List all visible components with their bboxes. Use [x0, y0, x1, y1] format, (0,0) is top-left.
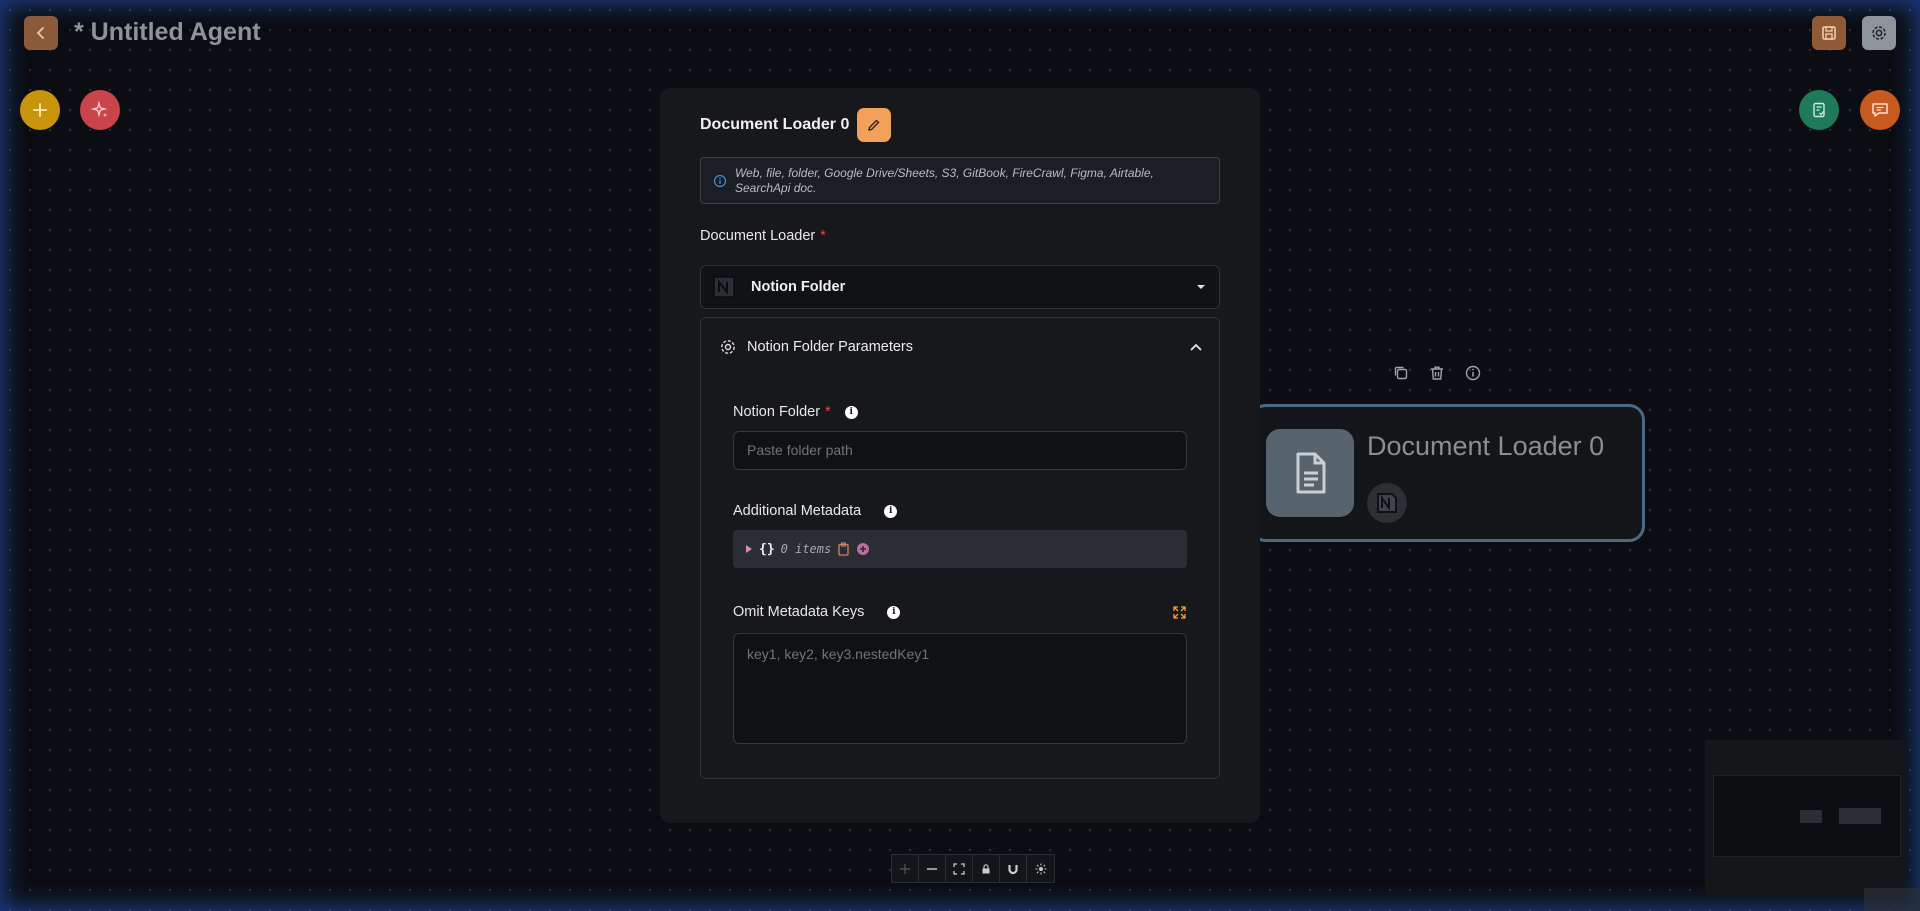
minus-icon [927, 867, 937, 870]
add-node-button[interactable] [20, 90, 60, 130]
json-brace: {} [759, 541, 775, 557]
omit-metadata-keys-label: Omit Metadata Keys i [733, 604, 901, 620]
background-toggle-button[interactable] [1027, 855, 1054, 882]
save-button[interactable] [1812, 16, 1846, 50]
minimap-node [1839, 808, 1881, 824]
message-icon [1872, 103, 1888, 117]
omit-metadata-keys-label-text: Omit Metadata Keys [733, 604, 865, 620]
edit-name-button[interactable] [857, 108, 892, 142]
notion-icon [1377, 493, 1397, 513]
minimap-viewport [1713, 775, 1901, 857]
document-loader-node[interactable]: Document Loader 0 [1250, 404, 1645, 542]
attribution-badge [1864, 888, 1920, 911]
minimap-node [1800, 810, 1822, 823]
description-text: Web, file, folder, Google Drive/Sheets, … [735, 165, 1154, 195]
dialog-title: Document Loader 0 [700, 116, 850, 133]
node-icon-box [1266, 429, 1354, 517]
selected-loader: Notion Folder [751, 279, 846, 295]
lock-button[interactable] [973, 855, 1000, 882]
parameters-header[interactable]: Notion Folder Parameters [719, 338, 1203, 356]
triangle-right-icon[interactable] [745, 544, 753, 554]
json-item-count: 0 items [780, 542, 832, 556]
omit-metadata-keys-placeholder: key1, key2, key3.nestedKey1 [747, 646, 930, 662]
dialog-header: Document Loader 0 [700, 108, 892, 142]
info-icon[interactable]: i [887, 605, 901, 619]
required-mark: * [820, 228, 826, 244]
checklist-icon [1813, 102, 1825, 118]
snap-grid-button[interactable] [1000, 855, 1027, 882]
node-config-dialog: Document Loader 0 Web, file, folder, Goo… [660, 88, 1260, 823]
chat-button[interactable] [1860, 90, 1900, 130]
notion-folder-label-text: Notion Folder [733, 404, 821, 420]
required-mark: * [825, 404, 831, 420]
file-text-icon [1296, 452, 1326, 494]
notion-icon [711, 274, 737, 300]
notion-folder-label: Notion Folder * i [733, 404, 858, 420]
notion-folder-parameters-panel: Notion Folder Parameters Notion Folder *… [700, 317, 1220, 779]
node-toolbar [1392, 364, 1482, 382]
copy-icon[interactable] [1392, 364, 1410, 382]
node-title: Document Loader 0 [1367, 431, 1605, 461]
gear-icon [1872, 26, 1886, 40]
trash-icon[interactable] [1428, 364, 1446, 382]
canvas-controls [891, 854, 1055, 883]
magnet-icon [1008, 864, 1018, 874]
clipboard-icon[interactable] [837, 542, 850, 556]
chevron-left-icon [36, 27, 44, 39]
description-box: Web, file, folder, Google Drive/Sheets, … [700, 157, 1220, 204]
info-icon[interactable]: i [884, 504, 898, 518]
document-loader-select[interactable]: Notion Folder [700, 265, 1220, 309]
info-icon [713, 174, 727, 187]
fit-view-button[interactable] [946, 855, 973, 882]
add-circle-icon[interactable] [856, 542, 870, 556]
pencil-icon [868, 119, 880, 131]
zoom-in-button[interactable] [892, 855, 919, 882]
sun-icon [1035, 863, 1046, 874]
parameters-title: Notion Folder Parameters [747, 339, 914, 355]
notion-folder-input[interactable]: Paste folder path [733, 431, 1187, 470]
minimap[interactable] [1705, 740, 1905, 895]
document-loader-label: Document Loader * [700, 228, 826, 244]
back-button[interactable] [24, 16, 58, 50]
plus-icon [33, 103, 47, 117]
notion-folder-placeholder: Paste folder path [747, 442, 853, 458]
settings-button[interactable] [1862, 16, 1896, 50]
generate-agent-button[interactable] [80, 90, 120, 130]
save-icon [1822, 26, 1836, 40]
sparkles-icon [91, 101, 108, 118]
chevron-up-icon[interactable] [1189, 340, 1203, 354]
additional-metadata-label: Additional Metadata i [733, 503, 898, 519]
notion-logo-badge [1367, 483, 1407, 523]
omit-metadata-keys-textarea[interactable]: key1, key2, key3.nestedKey1 [733, 633, 1187, 744]
lock-icon [982, 863, 990, 873]
info-icon[interactable] [1464, 364, 1482, 382]
validate-button[interactable] [1799, 90, 1839, 130]
plus-icon [900, 863, 910, 874]
zoom-out-button[interactable] [919, 855, 946, 882]
expand-icon[interactable] [1173, 606, 1186, 619]
fit-view-icon [953, 862, 965, 875]
page-title: * Untitled Agent [74, 18, 261, 46]
additional-metadata-json-editor[interactable]: {} 0 items [733, 530, 1187, 568]
caret-down-icon [1197, 285, 1205, 289]
info-icon[interactable]: i [844, 405, 858, 419]
document-loader-label-text: Document Loader [700, 228, 816, 244]
additional-metadata-label-text: Additional Metadata [733, 503, 862, 519]
gear-icon [721, 340, 735, 354]
